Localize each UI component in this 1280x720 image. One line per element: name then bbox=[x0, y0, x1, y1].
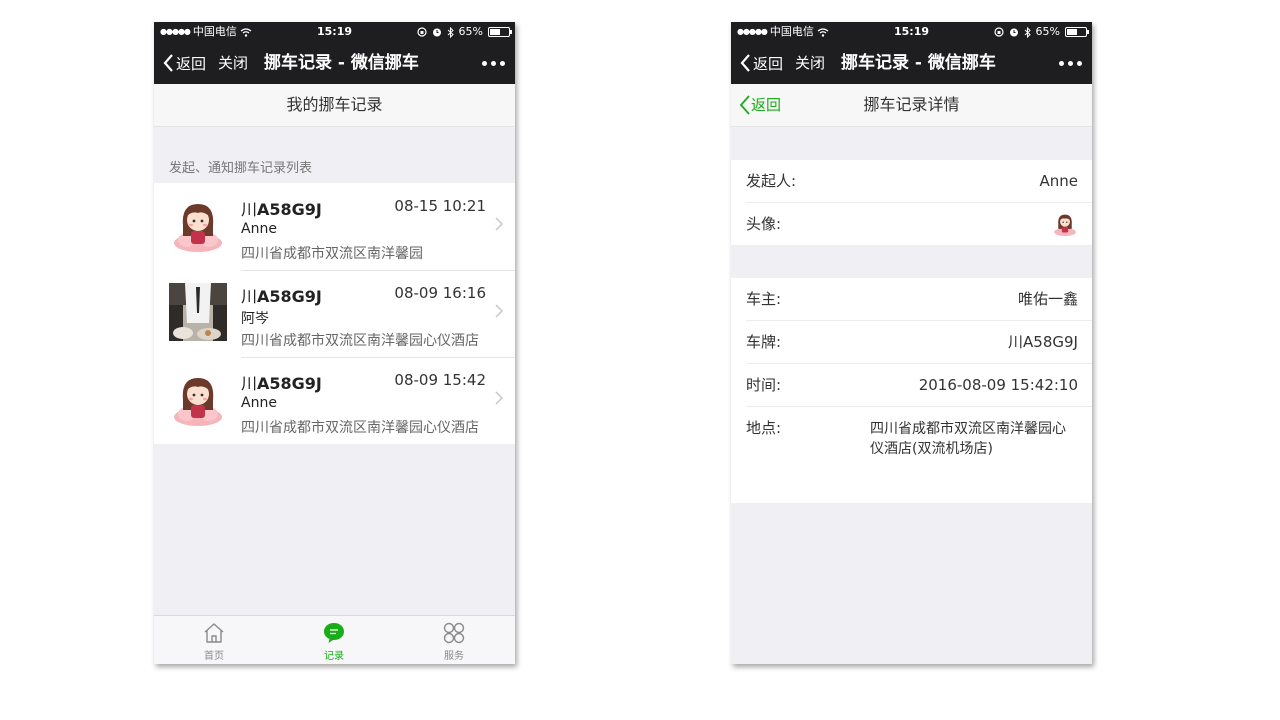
battery-fill bbox=[490, 29, 501, 35]
time-label: 时间: bbox=[746, 376, 782, 394]
home-icon bbox=[204, 623, 224, 643]
bluetooth-icon bbox=[1024, 26, 1031, 38]
alarm-icon bbox=[432, 28, 441, 37]
chevron-right-icon bbox=[495, 217, 503, 231]
location-value: 四川省成都市双流区南洋馨园心仪酒店(双流机场店) bbox=[870, 421, 1066, 457]
page-title: 挪车记录详情 bbox=[863, 95, 960, 114]
tab-services-label: 服务 bbox=[444, 651, 464, 662]
nav-title: 挪车记录 - 微信挪车 bbox=[841, 53, 996, 73]
avatar bbox=[1052, 211, 1078, 237]
battery-percent: 65% bbox=[458, 25, 483, 38]
battery-percent: 65% bbox=[1035, 25, 1060, 38]
avatar-label: 头像: bbox=[746, 215, 782, 233]
chevron-left-icon bbox=[163, 54, 173, 72]
tab-services[interactable]: 服务 bbox=[414, 616, 494, 664]
record-time: 08-15 10:21 bbox=[394, 197, 486, 215]
status-bar: ●●●●● 中国电信 15:19 65% bbox=[154, 22, 515, 42]
nav-bar: 返回 关闭 挪车记录 - 微信挪车 bbox=[154, 42, 515, 84]
initiator-group: 发起人: Anne 头像: bbox=[731, 160, 1092, 245]
chevron-right-icon bbox=[495, 304, 503, 318]
cartoon-girl-avatar bbox=[169, 196, 227, 254]
detail-group: 车主: 唯佑一鑫 车牌: 川A58G9J 时间: 2016-08-09 15:4… bbox=[731, 278, 1092, 503]
record-address: 四川省成都市双流区南洋馨园心仪酒店 bbox=[241, 420, 479, 436]
time-value: 2016-08-09 15:42:10 bbox=[918, 376, 1078, 394]
record-item[interactable]: 川A58G9J 08-15 10:21 Anne 四川省成都市双流区南洋馨园 bbox=[154, 183, 515, 270]
plate-number: 川A58G9J bbox=[241, 287, 322, 306]
owner-label: 车主: bbox=[746, 290, 782, 308]
tab-bar: 首页 记录 服务 bbox=[154, 615, 515, 664]
tab-records[interactable]: 记录 bbox=[294, 616, 374, 664]
record-item[interactable]: 川A58G9J 08-09 16:16 阿岑 四川省成都市双流区南洋馨园心仪酒店 bbox=[154, 270, 515, 357]
nav-back-label: 返回 bbox=[176, 54, 207, 73]
record-item[interactable]: 川A58G9J 08-09 15:42 Anne 四川省成都市双流区南洋馨园心仪… bbox=[154, 357, 515, 444]
bluetooth-icon bbox=[447, 26, 454, 38]
record-address: 四川省成都市双流区南洋馨园心仪酒店 bbox=[241, 333, 479, 349]
alarm-icon bbox=[1009, 28, 1018, 37]
nav-close-button[interactable]: 关闭 bbox=[795, 42, 825, 84]
battery-icon bbox=[488, 27, 512, 37]
section-label: 发起、通知挪车记录列表 bbox=[169, 161, 313, 176]
nav-title: 挪车记录 - 微信挪车 bbox=[264, 53, 419, 73]
chevron-right-icon bbox=[495, 391, 503, 405]
initiator-label: 发起人: bbox=[746, 172, 797, 190]
location-label: 地点: bbox=[746, 419, 782, 437]
services-icon bbox=[443, 622, 465, 644]
page-title: 我的挪车记录 bbox=[154, 84, 515, 127]
tab-home-label: 首页 bbox=[204, 651, 224, 662]
photo-avatar bbox=[169, 283, 227, 341]
nav-back-button[interactable]: 返回 bbox=[163, 42, 206, 84]
header-back-button[interactable]: 返回 bbox=[739, 84, 781, 126]
record-list: 川A58G9J 08-15 10:21 Anne 四川省成都市双流区南洋馨园 川… bbox=[154, 183, 515, 444]
battery-icon bbox=[1065, 27, 1089, 37]
record-address: 四川省成都市双流区南洋馨园 bbox=[241, 246, 423, 262]
tab-home[interactable]: 首页 bbox=[174, 616, 254, 664]
initiator-name: 阿岑 bbox=[241, 311, 269, 327]
owner-row: 车主: 唯佑一鑫 bbox=[746, 278, 1092, 321]
more-options-icon[interactable] bbox=[1059, 42, 1082, 84]
record-detail-screen: ●●●●● 中国电信 15:19 65% 返回 关闭 挪车记录 - 微信挪车 返… bbox=[731, 22, 1092, 664]
time-row: 时间: 2016-08-09 15:42:10 bbox=[746, 364, 1092, 407]
chat-record-icon bbox=[324, 623, 344, 643]
tab-records-label: 记录 bbox=[324, 651, 344, 662]
initiator-value: Anne bbox=[1039, 172, 1078, 190]
avatar-row: 头像: bbox=[746, 203, 1092, 245]
more-options-icon[interactable] bbox=[482, 42, 505, 84]
nav-close-button[interactable]: 关闭 bbox=[218, 42, 248, 84]
initiator-row: 发起人: Anne bbox=[746, 160, 1092, 203]
plate-value: 川A58G9J bbox=[1008, 333, 1078, 351]
record-time: 08-09 15:42 bbox=[394, 371, 486, 389]
initiator-name: Anne bbox=[241, 395, 277, 411]
page-header: 返回 挪车记录详情 bbox=[731, 84, 1092, 127]
chevron-left-icon bbox=[740, 54, 750, 72]
plate-row: 车牌: 川A58G9J bbox=[746, 321, 1092, 364]
header-back-label: 返回 bbox=[751, 96, 782, 114]
plate-number: 川A58G9J bbox=[241, 200, 322, 219]
plate-label: 车牌: bbox=[746, 333, 782, 351]
plate-number: 川A58G9J bbox=[241, 374, 322, 393]
rotation-lock-icon bbox=[993, 27, 1004, 37]
rotation-lock-icon bbox=[416, 27, 427, 37]
nav-back-button[interactable]: 返回 bbox=[740, 42, 783, 84]
record-list-screen: ●●●●● 中国电信 15:19 65% 返回 关闭 挪车记录 - 微信挪车 我… bbox=[154, 22, 515, 664]
nav-bar: 返回 关闭 挪车记录 - 微信挪车 bbox=[731, 42, 1092, 84]
nav-back-label: 返回 bbox=[753, 54, 784, 73]
initiator-name: Anne bbox=[241, 221, 277, 237]
chevron-left-icon bbox=[739, 95, 750, 115]
battery-fill bbox=[1067, 29, 1078, 35]
status-bar: ●●●●● 中国电信 15:19 65% bbox=[731, 22, 1092, 42]
owner-value: 唯佑一鑫 bbox=[1017, 290, 1078, 308]
cartoon-girl-avatar bbox=[169, 370, 227, 428]
location-row: 地点: 四川省成都市双流区南洋馨园心仪酒店(双流机场店) bbox=[746, 407, 1092, 503]
record-time: 08-09 16:16 bbox=[394, 284, 486, 302]
